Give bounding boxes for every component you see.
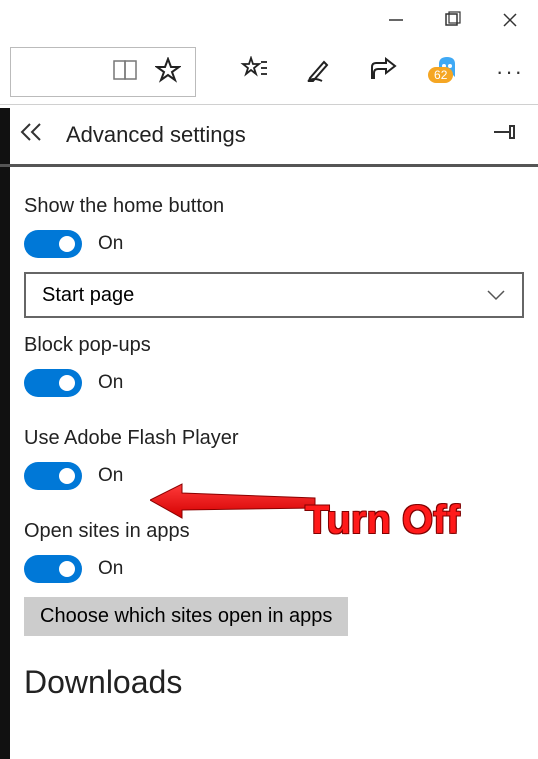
ghostery-icon[interactable]: 62 — [434, 55, 460, 90]
settings-content: Show the home button On Start page Block… — [0, 167, 538, 701]
pen-notes-icon[interactable] — [304, 56, 332, 89]
maximize-button[interactable] — [444, 11, 462, 29]
choose-sites-button[interactable]: Choose which sites open in apps — [24, 597, 348, 636]
home-button-toggle[interactable] — [24, 230, 82, 258]
panel-header: Advanced settings — [0, 105, 538, 167]
panel-title: Advanced settings — [66, 122, 246, 148]
open-sites-toggle[interactable] — [24, 555, 82, 583]
toggle-state: On — [98, 372, 123, 394]
close-button[interactable] — [502, 12, 518, 28]
toggle-state: On — [98, 465, 123, 487]
setting-block-popups: Block pop-ups On — [24, 334, 514, 397]
start-page-dropdown[interactable]: Start page — [24, 272, 524, 318]
flash-toggle[interactable] — [24, 462, 82, 490]
share-icon[interactable] — [368, 57, 398, 88]
block-popups-toggle[interactable] — [24, 369, 82, 397]
dropdown-value: Start page — [42, 284, 134, 307]
setting-flash: Use Adobe Flash Player On — [24, 427, 514, 490]
address-bar[interactable] — [10, 47, 196, 97]
favorites-list-icon[interactable] — [240, 56, 268, 89]
toggle-state: On — [98, 558, 123, 580]
setting-home-button: Show the home button On Start page — [24, 195, 514, 318]
reading-view-icon[interactable] — [113, 59, 139, 86]
setting-label: Open sites in apps — [24, 520, 514, 543]
downloads-heading: Downloads — [24, 664, 514, 701]
back-chevron-icon[interactable] — [20, 122, 46, 147]
window-controls — [0, 0, 538, 40]
button-label: Choose which sites open in apps — [40, 605, 332, 627]
toggle-state: On — [98, 233, 123, 255]
extension-badge: 62 — [428, 67, 453, 83]
setting-label: Block pop-ups — [24, 334, 514, 357]
more-menu-icon[interactable]: ··· — [496, 59, 524, 85]
favorite-star-icon[interactable] — [155, 57, 181, 88]
setting-label: Use Adobe Flash Player — [24, 427, 514, 450]
setting-label: Show the home button — [24, 195, 514, 218]
setting-open-sites: Open sites in apps On Choose which sites… — [24, 520, 514, 636]
minimize-button[interactable] — [388, 12, 404, 28]
browser-toolbar: 62 ··· — [0, 40, 538, 105]
pin-icon[interactable] — [492, 122, 518, 147]
chevron-down-icon — [486, 284, 506, 307]
